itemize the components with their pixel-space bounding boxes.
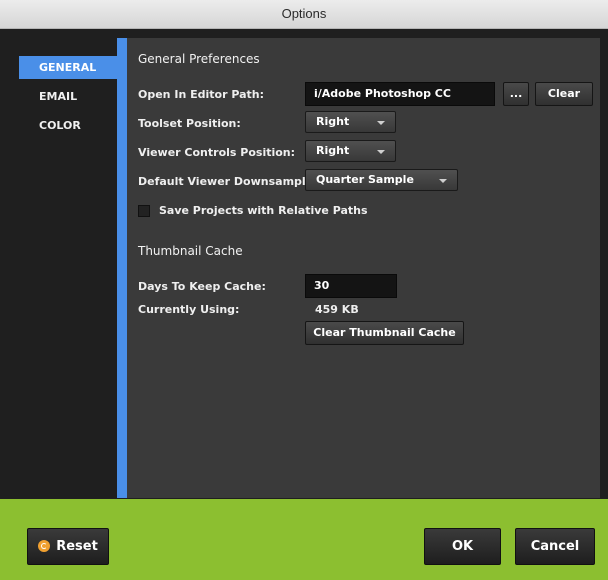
sidebar-item-email[interactable]: EMAIL (19, 85, 117, 108)
section-title-general: General Preferences (138, 52, 260, 66)
sidebar-item-general[interactable]: GENERAL (19, 56, 117, 79)
chevron-down-icon (439, 179, 447, 183)
toolset-position-value: Right (316, 115, 350, 128)
downsample-select[interactable]: Quarter Sample (305, 169, 458, 191)
toolset-position-select[interactable]: Right (305, 111, 396, 133)
toolset-position-label: Toolset Position: (138, 117, 241, 130)
days-cache-field[interactable]: 30 (305, 274, 397, 298)
chevron-down-icon (377, 150, 385, 154)
reset-icon (38, 540, 51, 552)
footer-bar: Reset OK Cancel (0, 499, 608, 580)
downsample-label: Default Viewer Downsample: (138, 175, 318, 188)
accent-bar (117, 38, 127, 498)
days-cache-label: Days To Keep Cache: (138, 280, 266, 293)
editor-path-field[interactable]: i/Adobe Photoshop CC 2014.app (305, 82, 495, 122)
clear-path-button[interactable]: Clear (535, 82, 593, 106)
general-preferences-panel: General Preferences Open In Editor Path:… (127, 38, 600, 498)
options-main: GENERAL EMAIL COLOR General Preferences … (0, 29, 608, 499)
sidebar: GENERAL EMAIL COLOR (19, 56, 117, 143)
section-title-thumbnail: Thumbnail Cache (138, 244, 243, 258)
downsample-value: Quarter Sample (316, 173, 414, 186)
viewer-controls-value: Right (316, 144, 350, 157)
clear-thumbnail-cache-button[interactable]: Clear Thumbnail Cache (305, 321, 464, 345)
editor-path-label: Open In Editor Path: (138, 88, 265, 101)
viewer-controls-select[interactable]: Right (305, 140, 396, 162)
currently-using-value: 459 KB (315, 303, 359, 316)
window-title: Options (0, 0, 608, 29)
ok-button[interactable]: OK (424, 528, 501, 565)
save-relative-label: Save Projects with Relative Paths (159, 204, 368, 217)
currently-using-label: Currently Using: (138, 303, 240, 316)
browse-button[interactable]: ... (503, 82, 529, 106)
viewer-controls-label: Viewer Controls Position: (138, 146, 296, 159)
sidebar-item-color[interactable]: COLOR (19, 114, 117, 137)
reset-label: Reset (56, 539, 98, 554)
chevron-down-icon (377, 121, 385, 125)
reset-button[interactable]: Reset (27, 528, 109, 565)
save-relative-checkbox[interactable] (138, 205, 150, 217)
cancel-button[interactable]: Cancel (515, 528, 595, 565)
